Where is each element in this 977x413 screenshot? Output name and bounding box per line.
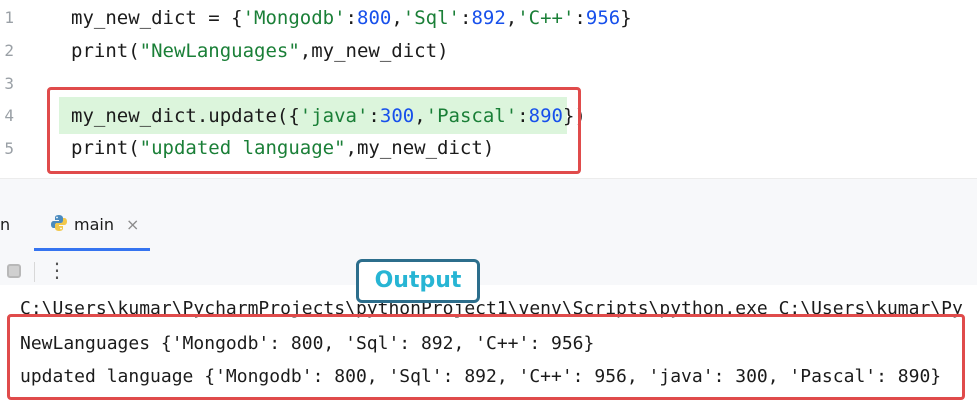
- string-token: 'Sql': [402, 7, 460, 29]
- string-token: 'Mongodb': [242, 7, 346, 29]
- output-badge: Output: [356, 259, 480, 303]
- code-token: ,: [505, 7, 518, 29]
- code-token: :: [459, 7, 472, 29]
- toolbar-divider: [34, 262, 35, 282]
- code-token: ,my_new_dict): [299, 40, 449, 62]
- output-highlight-box: [7, 314, 965, 400]
- code-token: :: [574, 7, 586, 29]
- number-token: 800: [357, 7, 392, 29]
- tab-active-indicator: [34, 248, 150, 251]
- line-number: 3: [4, 74, 14, 93]
- code-token: }: [620, 7, 632, 29]
- code-token: my_new_dict = {: [71, 7, 243, 29]
- code-editor[interactable]: 1 2 3 4 5 my_new_dict = {'Mongodb':800,'…: [0, 0, 977, 178]
- string-token: "NewLanguages": [139, 40, 300, 62]
- line-number: 1: [4, 8, 14, 27]
- code-highlight-box: [47, 87, 581, 174]
- line-number: 5: [4, 139, 14, 158]
- number-token: 956: [585, 7, 621, 29]
- close-icon[interactable]: ×: [126, 215, 139, 234]
- python-icon: [50, 214, 68, 232]
- code-line-2[interactable]: print("NewLanguages",my_new_dict): [71, 38, 449, 64]
- tab-label: main: [74, 215, 114, 234]
- string-token: 'C++': [517, 7, 575, 29]
- line-number: 2: [4, 41, 14, 60]
- code-token: ,: [391, 7, 403, 29]
- more-vertical-icon[interactable]: ⋮: [47, 258, 67, 282]
- stop-icon[interactable]: [7, 264, 21, 278]
- tab-main[interactable]: main ×: [34, 205, 150, 251]
- tool-window-title-fragment: n: [0, 215, 11, 234]
- number-token: 892: [471, 7, 506, 29]
- code-line-1[interactable]: my_new_dict = {'Mongodb':800,'Sql':892,'…: [71, 5, 632, 31]
- code-token: print(: [71, 40, 140, 62]
- line-number: 4: [4, 106, 14, 125]
- code-token: :: [345, 7, 357, 29]
